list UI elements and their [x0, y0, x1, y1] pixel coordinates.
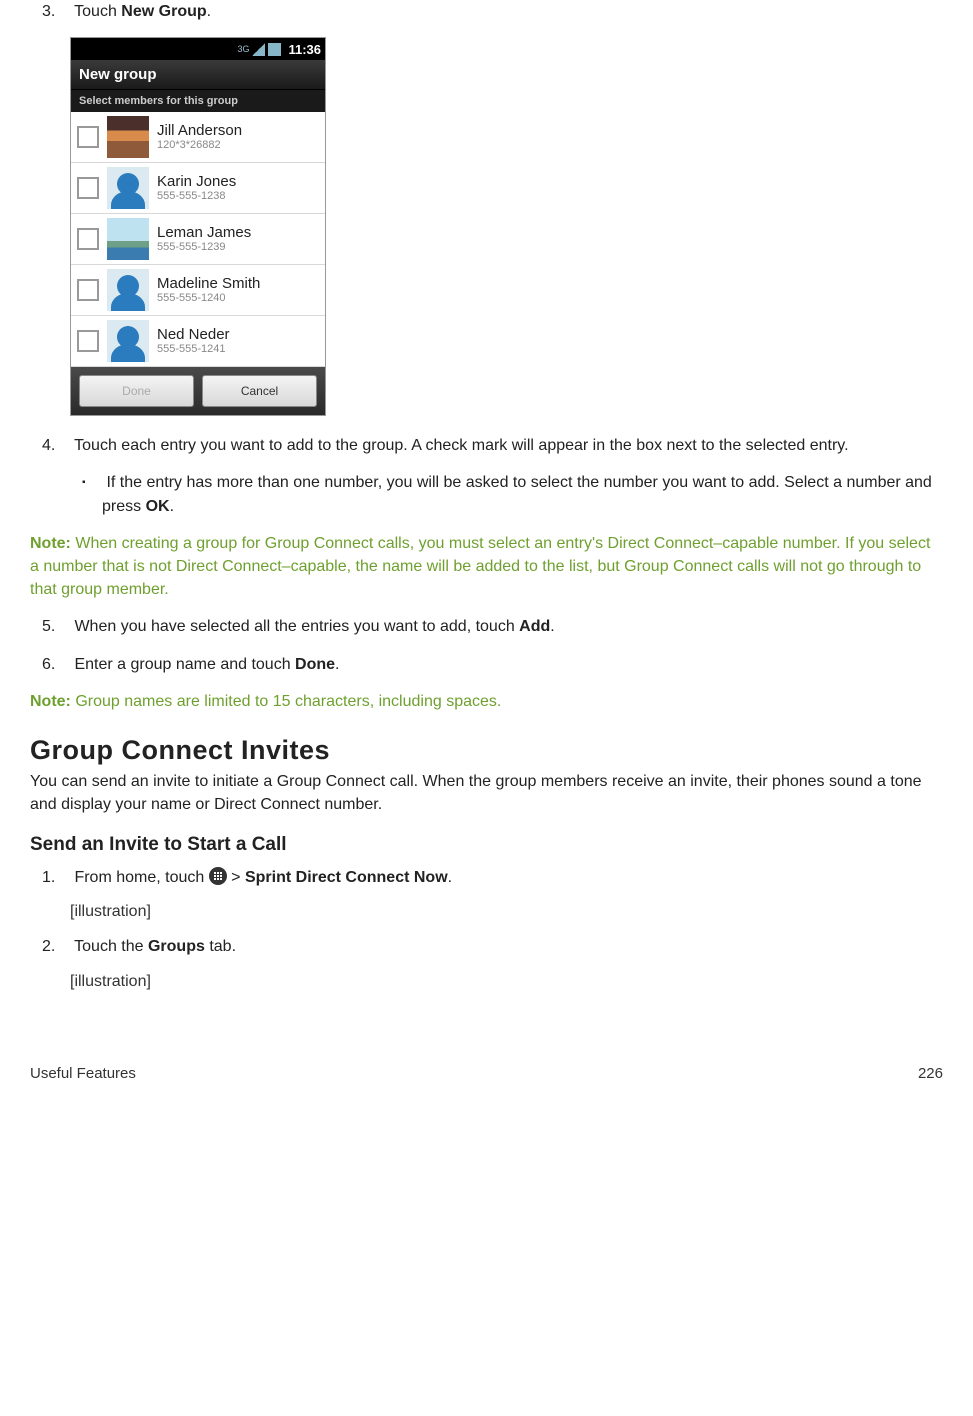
contact-number: 555-555-1240 [157, 292, 260, 304]
avatar [107, 218, 149, 260]
note-1: Note: When creating a group for Group Co… [30, 532, 943, 602]
contact-row[interactable]: Leman James555-555-1239 [71, 214, 325, 265]
page-footer: Useful Features 226 [0, 1025, 973, 1098]
cancel-button[interactable]: Cancel [202, 375, 317, 407]
illustration-placeholder-1: [illustration] [70, 903, 943, 921]
illustration-placeholder-2: [illustration] [70, 973, 943, 991]
avatar [107, 167, 149, 209]
phone-screenshot: 3G 11:36 New group Select members for th… [70, 37, 326, 416]
screen-subtitle: Select members for this group [71, 90, 325, 112]
apps-icon [209, 867, 227, 885]
checkbox[interactable] [77, 126, 99, 148]
contact-name: Ned Neder [157, 327, 230, 344]
send-step-2: 2. Touch the Groups tab. [70, 935, 943, 958]
contact-name: Madeline Smith [157, 276, 260, 293]
contact-row[interactable]: Karin Jones555-555-1238 [71, 163, 325, 214]
avatar [107, 116, 149, 158]
footer-section: Useful Features [30, 1065, 136, 1082]
note-2: Note: Group names are limited to 15 char… [30, 690, 943, 713]
signal-icon [252, 43, 265, 56]
step-4: 4. Touch each entry you want to add to t… [70, 434, 943, 518]
send-step-1: 1. From home, touch > Sprint Direct Conn… [70, 866, 943, 889]
screen-title: New group [71, 60, 325, 90]
contact-row[interactable]: Jill Anderson120*3*26882 [71, 112, 325, 163]
contact-name: Karin Jones [157, 174, 236, 191]
section-intro: You can send an invite to initiate a Gro… [30, 770, 943, 816]
clock: 11:36 [288, 42, 321, 57]
step-3: 3. Touch New Group. [70, 0, 943, 23]
subsection-heading: Send an Invite to Start a Call [30, 834, 943, 856]
checkbox[interactable] [77, 177, 99, 199]
step-4-bullet: If the entry has more than one number, y… [102, 471, 943, 517]
avatar [107, 320, 149, 362]
battery-icon [268, 43, 281, 56]
checkbox[interactable] [77, 330, 99, 352]
checkbox[interactable] [77, 228, 99, 250]
contact-number: 555-555-1239 [157, 241, 251, 253]
done-button[interactable]: Done [79, 375, 194, 407]
contact-number: 555-555-1238 [157, 190, 236, 202]
step-6: 6. Enter a group name and touch Done. [70, 653, 943, 676]
contact-number: 555-555-1241 [157, 343, 230, 355]
checkbox[interactable] [77, 279, 99, 301]
avatar [107, 269, 149, 311]
contact-name: Leman James [157, 225, 251, 242]
status-bar: 3G 11:36 [71, 38, 325, 60]
button-bar: Done Cancel [71, 367, 325, 415]
contact-row[interactable]: Madeline Smith555-555-1240 [71, 265, 325, 316]
contact-row[interactable]: Ned Neder555-555-1241 [71, 316, 325, 367]
page-number: 226 [918, 1065, 943, 1082]
step-5: 5. When you have selected all the entrie… [70, 615, 943, 638]
contact-list: Jill Anderson120*3*26882Karin Jones555-5… [71, 112, 325, 367]
contact-number: 120*3*26882 [157, 139, 242, 151]
section-heading: Group Connect Invites [30, 735, 943, 766]
contact-name: Jill Anderson [157, 123, 242, 140]
network-icon: 3G [237, 44, 249, 54]
